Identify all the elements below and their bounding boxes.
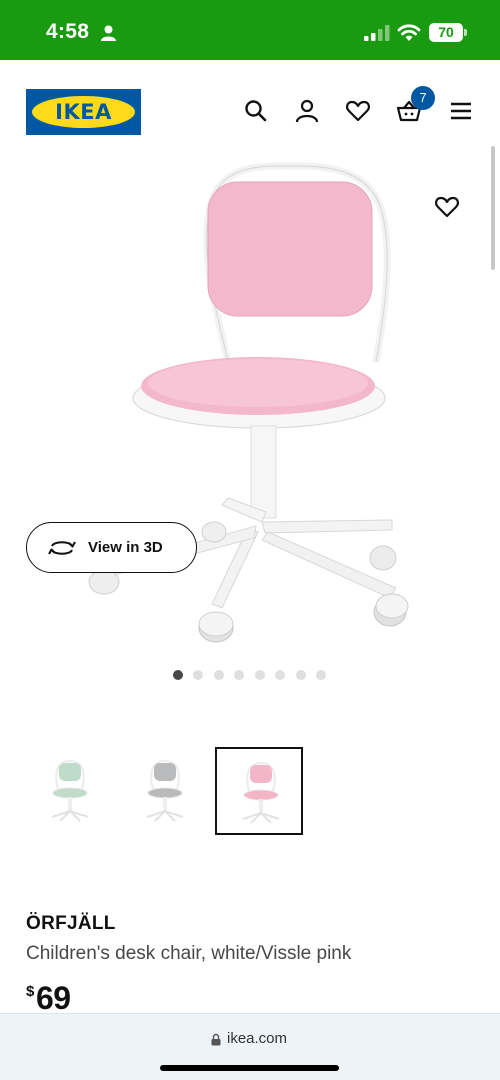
cellular-signal-icon xyxy=(364,25,390,41)
product-description: Children's desk chair, white/Vissle pink xyxy=(26,943,352,964)
rotate-3d-icon xyxy=(48,541,76,555)
home-indicator[interactable] xyxy=(160,1065,339,1071)
lock-icon xyxy=(211,1033,221,1046)
logo-text: IKEA xyxy=(55,100,112,124)
variant-green[interactable] xyxy=(26,747,114,835)
add-to-wishlist-heart-icon[interactable] xyxy=(434,194,460,220)
variant-thumbnail xyxy=(242,761,280,824)
product-image[interactable] xyxy=(0,150,500,660)
carousel-dot[interactable] xyxy=(296,670,306,680)
menu-icon[interactable] xyxy=(448,98,474,124)
user-icon[interactable] xyxy=(294,98,320,124)
status-time: 4:58 xyxy=(46,20,90,43)
status-bar: 4:58 70 xyxy=(0,0,500,60)
product-name: ÖRFJÄLL xyxy=(26,913,116,934)
carousel-dot[interactable] xyxy=(173,670,183,680)
site-header: IKEA 7 xyxy=(0,60,500,150)
cart-count-badge: 7 xyxy=(411,86,435,110)
search-icon[interactable] xyxy=(243,98,269,124)
page-scrollbar[interactable] xyxy=(491,146,495,270)
browser-url-bar[interactable]: ikea.com xyxy=(0,1013,500,1080)
variant-grey[interactable] xyxy=(121,747,209,835)
price-value: 69 xyxy=(36,980,71,1016)
carousel-dot[interactable] xyxy=(214,670,224,680)
carousel-dot[interactable] xyxy=(255,670,265,680)
person-icon xyxy=(101,25,116,41)
wifi-icon xyxy=(397,24,421,41)
price-currency: $ xyxy=(26,983,35,1000)
carousel-dot[interactable] xyxy=(234,670,244,680)
variant-thumbnail xyxy=(51,759,89,822)
carousel-dot[interactable] xyxy=(316,670,326,680)
carousel-dot[interactable] xyxy=(193,670,203,680)
variant-pink-selected[interactable] xyxy=(215,747,303,835)
view-in-3d-button[interactable]: View in 3D xyxy=(26,522,197,573)
battery-cap xyxy=(464,29,467,36)
variant-thumbnail xyxy=(146,759,184,822)
battery-indicator: 70 xyxy=(429,23,463,42)
ikea-logo[interactable]: IKEA xyxy=(26,89,141,135)
heart-icon[interactable] xyxy=(345,98,371,124)
carousel-dot[interactable] xyxy=(275,670,285,680)
url-text[interactable]: ikea.com xyxy=(227,1030,287,1047)
view-in-3d-label: View in 3D xyxy=(88,539,163,556)
